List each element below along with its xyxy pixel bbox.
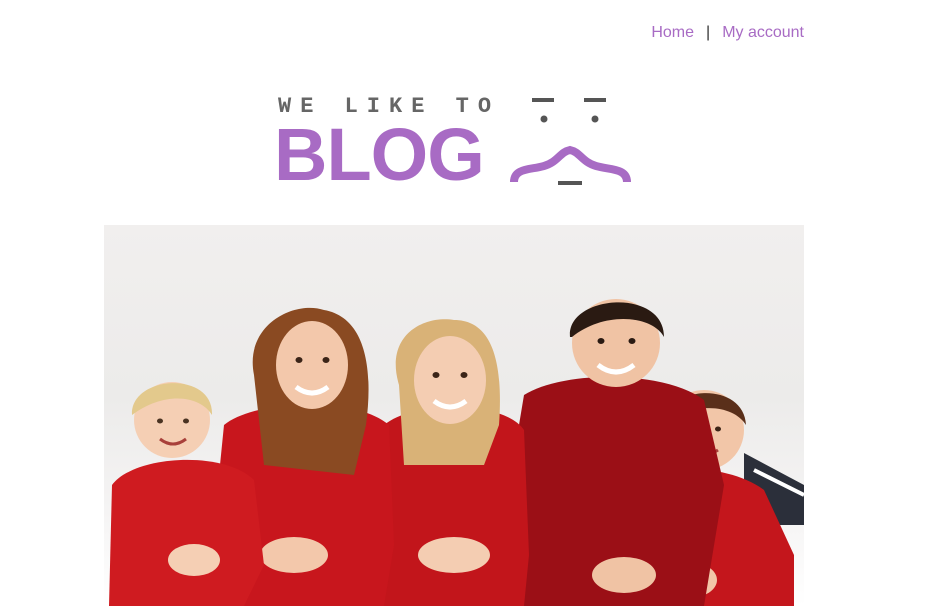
page: Home | My account WE LIKE TO BLOG — [0, 0, 941, 606]
nav-home-link[interactable]: Home — [651, 24, 694, 42]
face-icon — [510, 98, 631, 185]
site-logo[interactable]: WE LIKE TO BLOG — [274, 92, 636, 196]
nav-separator: | — [706, 24, 711, 41]
family-photo — [109, 299, 804, 606]
top-nav: Home | My account — [651, 24, 804, 42]
hero-image — [104, 225, 804, 606]
logo-brand: BLOG — [274, 113, 485, 196]
nav-my-account-link[interactable]: My account — [722, 24, 804, 42]
